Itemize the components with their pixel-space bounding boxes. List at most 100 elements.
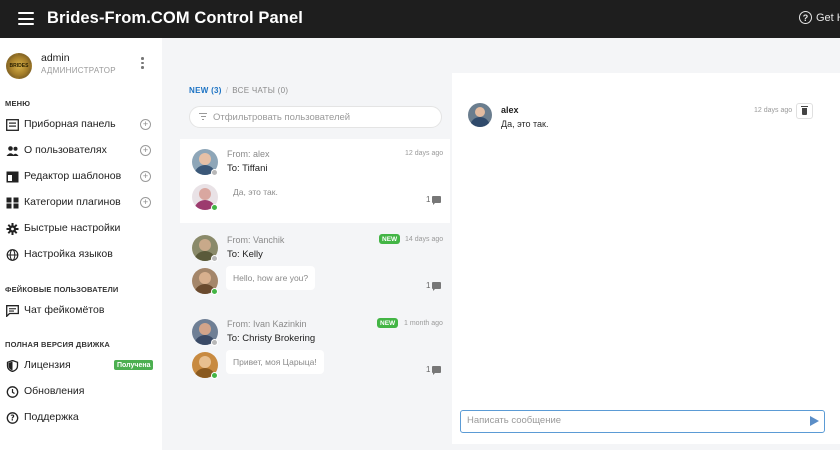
hamburger-menu-icon[interactable] — [18, 12, 34, 25]
chat-panel: alex Да, это так. 12 days ago — [452, 73, 840, 444]
sidebar-item-plugins[interactable]: Категории плагинов + — [0, 192, 162, 214]
sidebar-item-fake-chat[interactable]: Чат фейкомётов — [0, 300, 162, 322]
message-preview: Hello, how are you? — [226, 266, 316, 290]
refresh-icon — [6, 386, 19, 398]
online-dot — [211, 372, 218, 379]
online-dot — [211, 288, 218, 295]
users-icon — [6, 146, 19, 156]
plugins-icon — [6, 197, 19, 209]
sidebar-item-label: Чат фейкомётов — [24, 304, 105, 316]
logo-text: BRIDES — [9, 63, 29, 69]
expand-plus-icon[interactable]: + — [140, 171, 151, 182]
gear-icon — [6, 223, 19, 235]
get-help-label: Get H — [816, 11, 840, 24]
sidebar: BRIDES admin АДМИНИСТРАТОР МЕНЮ Приборна… — [0, 38, 162, 450]
app-title: Brides-From.COM Control Panel — [47, 9, 303, 27]
status-dot — [211, 339, 218, 346]
message-count-value: 1 — [426, 195, 431, 204]
expand-plus-icon[interactable]: + — [140, 119, 151, 130]
tab-separator: / — [225, 86, 229, 95]
chat-icon — [6, 305, 19, 317]
user-role: АДМИНИСТРАТОР — [41, 66, 116, 75]
message-count-value: 1 — [426, 281, 431, 290]
sidebar-item-label: Обновления — [24, 385, 85, 397]
chat-tabs: NEW (3) / ВСЕ ЧАТЫ (0) — [189, 86, 288, 95]
shield-icon — [6, 360, 19, 372]
help-icon: ? — [799, 11, 812, 24]
sidebar-item-dashboard[interactable]: Приборная панель + — [0, 114, 162, 136]
sidebar-item-label: Настройка языков — [24, 248, 113, 260]
message-count: 1 — [426, 365, 442, 375]
section-label-full-version: ПОЛНАЯ ВЕРСИЯ ДВИЖКА — [5, 340, 111, 349]
message-icon — [432, 282, 442, 291]
brand-logo-icon: BRIDES — [6, 53, 32, 79]
sidebar-item-users[interactable]: О пользователях + — [0, 140, 162, 162]
more-options-icon[interactable] — [141, 57, 145, 71]
message-icon — [432, 196, 442, 205]
sidebar-item-updates[interactable]: Обновления — [0, 381, 162, 403]
section-label-menu: МЕНЮ — [5, 99, 31, 108]
license-status-badge: Получена — [114, 360, 154, 370]
sidebar-item-label: Редактор шаблонов — [24, 170, 122, 182]
thread-to: To: Tiffani — [227, 163, 268, 174]
new-badge: NEW — [377, 318, 399, 328]
thread-time: 1 month ago — [404, 320, 443, 327]
sidebar-item-label: Категории плагинов — [24, 196, 121, 208]
message-preview: Привет, моя Царыца! — [226, 350, 324, 374]
sidebar-item-templates[interactable]: Редактор шаблонов + — [0, 166, 162, 188]
delete-message-button[interactable] — [796, 103, 813, 119]
thread-from: From: alex — [227, 149, 270, 159]
top-bar: Brides-From.COM Control Panel ? Get H — [0, 0, 840, 38]
trash-icon — [801, 106, 808, 115]
message-input[interactable] — [467, 415, 797, 426]
sidebar-item-label: Приборная панель — [24, 118, 116, 130]
message-count: 1 — [426, 195, 442, 205]
sidebar-item-label: О пользователях — [24, 144, 107, 156]
get-help-link[interactable]: ? Get H — [799, 11, 840, 24]
expand-plus-icon[interactable]: + — [140, 197, 151, 208]
chat-avatar — [468, 103, 492, 127]
globe-icon — [6, 249, 19, 261]
chat-thread[interactable]: From: alex To: Tiffani 12 days ago Да, э… — [180, 139, 450, 223]
tab-all-chats[interactable]: ВСЕ ЧАТЫ (0) — [232, 86, 288, 95]
status-dot — [211, 255, 218, 262]
user-block: BRIDES admin АДМИНИСТРАТОР — [0, 38, 162, 88]
sidebar-item-support[interactable]: ? Поддержка — [0, 407, 162, 429]
chat-thread[interactable]: From: Ivan Kazinkin To: Christy Brokerin… — [180, 309, 450, 393]
section-label-fake-users: ФЕЙКОВЫЕ ПОЛЬЗОВАТЕЛИ — [5, 285, 119, 294]
user-filter-input[interactable]: Отфильтровать пользователей — [189, 106, 442, 128]
thread-time: 12 days ago — [405, 150, 444, 157]
dashboard-icon — [6, 119, 19, 131]
filter-placeholder: Отфильтровать пользователей — [213, 112, 351, 123]
svg-text:?: ? — [10, 414, 14, 423]
status-dot — [211, 169, 218, 176]
sidebar-item-label: Быстрые настройки — [24, 222, 121, 234]
thread-from: From: Ivan Kazinkin — [227, 319, 307, 329]
expand-plus-icon[interactable]: + — [140, 145, 151, 156]
message-composer — [460, 410, 825, 433]
template-icon — [6, 171, 19, 183]
sidebar-item-quick-settings[interactable]: Быстрые настройки — [0, 218, 162, 240]
chat-sender-name: alex — [501, 105, 519, 115]
online-dot — [211, 204, 218, 211]
thread-to: To: Christy Brokering — [227, 333, 316, 344]
sidebar-item-license[interactable]: Лицензия Получена — [0, 355, 162, 377]
message-preview: Да, это так. — [233, 187, 278, 197]
thread-time: 14 days ago — [405, 236, 444, 243]
sidebar-item-label: Лицензия — [24, 359, 71, 371]
user-name: admin — [41, 52, 70, 64]
filter-icon — [199, 113, 207, 121]
send-icon[interactable] — [810, 416, 819, 426]
chat-thread[interactable]: From: Vanchik To: Kelly NEW 14 days ago … — [180, 225, 450, 309]
tab-new[interactable]: NEW (3) — [189, 86, 222, 95]
new-badge: NEW — [379, 234, 401, 244]
thread-from: From: Vanchik — [227, 235, 285, 245]
thread-to: To: Kelly — [227, 249, 263, 260]
chat-message-time: 12 days ago — [754, 107, 793, 114]
sidebar-item-label: Поддержка — [24, 411, 79, 423]
chat-message-text: Да, это так. — [501, 119, 549, 129]
help-circle-icon: ? — [6, 412, 19, 424]
message-count: 1 — [426, 281, 442, 291]
sidebar-item-languages[interactable]: Настройка языков — [0, 244, 162, 266]
message-count-value: 1 — [426, 365, 431, 374]
